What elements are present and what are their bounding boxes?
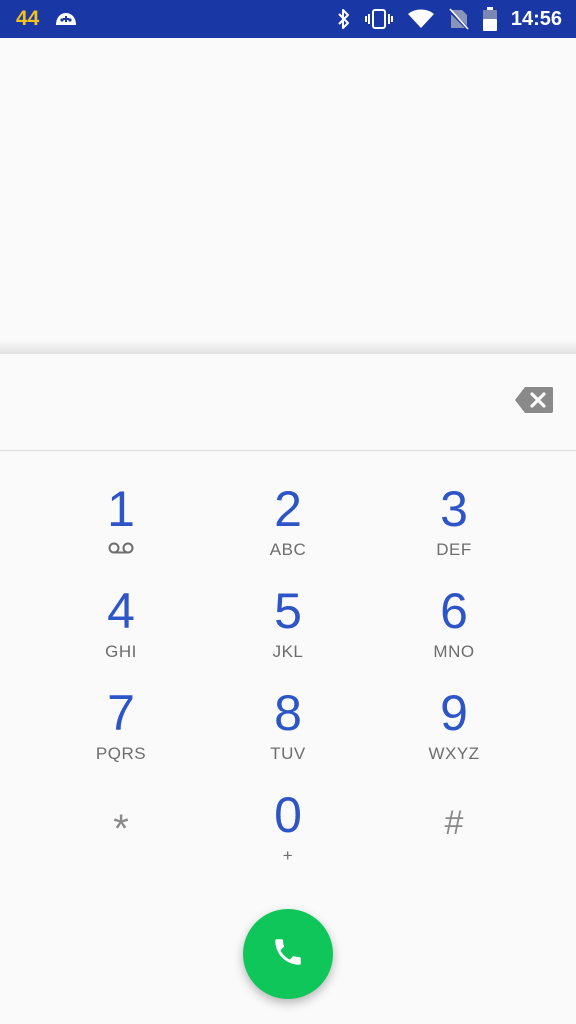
bluetooth-icon	[337, 8, 351, 30]
key-digit: *	[113, 807, 129, 851]
key-digit: 8	[274, 685, 302, 741]
key-digit: 6	[440, 583, 468, 639]
digits-input[interactable]	[24, 374, 488, 432]
key-8[interactable]: 8 TUV	[208, 685, 368, 781]
status-bar: 44 14:56	[0, 0, 576, 38]
key-3[interactable]: 3 DEF	[374, 481, 534, 577]
digits-row	[0, 354, 576, 451]
wifi-icon	[407, 8, 435, 30]
key-digit: 7	[107, 685, 135, 741]
call-log-area	[0, 38, 576, 350]
key-letters: MNO	[433, 642, 475, 661]
key-digit: 2	[274, 481, 302, 537]
vibrate-icon	[364, 8, 393, 30]
game-controller-icon	[53, 10, 79, 28]
key-star[interactable]: *	[41, 787, 201, 883]
key-letters: TUV	[270, 744, 306, 763]
key-hash[interactable]: #	[374, 787, 534, 883]
dialpad-shadow	[0, 340, 576, 354]
key-letters: DEF	[436, 540, 472, 559]
backspace-button[interactable]	[510, 380, 558, 424]
notification-count: 44	[16, 7, 40, 30]
key-digit: 0	[274, 787, 302, 843]
key-letters: GHI	[105, 642, 137, 661]
key-digit: 9	[440, 685, 468, 741]
battery-icon	[482, 7, 497, 31]
key-letters: ABC	[269, 540, 307, 559]
key-0[interactable]: 0 +	[208, 787, 368, 883]
key-4[interactable]: 4 GHI	[41, 583, 201, 679]
key-1[interactable]: 1	[41, 481, 201, 577]
status-bar-right: 14:56	[337, 0, 562, 38]
key-letters: WXYZ	[428, 744, 480, 763]
key-7[interactable]: 7 PQRS	[41, 685, 201, 781]
key-digit: 5	[274, 583, 302, 639]
key-digit: 4	[107, 583, 135, 639]
phone-icon	[271, 935, 305, 974]
key-letters: +	[282, 846, 294, 865]
key-letters: PQRS	[95, 744, 147, 763]
key-9[interactable]: 9 WXYZ	[374, 685, 534, 781]
status-time: 14:56	[510, 7, 562, 30]
key-digit: 1	[107, 481, 135, 537]
call-button[interactable]	[243, 909, 333, 999]
key-digit: 3	[440, 481, 468, 537]
key-2[interactable]: 2 ABC	[208, 481, 368, 577]
key-6[interactable]: 6 MNO	[374, 583, 534, 679]
key-letters: JKL	[272, 642, 304, 661]
voicemail-icon	[108, 539, 134, 561]
backspace-icon	[514, 386, 554, 419]
no-sim-icon	[448, 8, 469, 30]
key-5[interactable]: 5 JKL	[208, 583, 368, 679]
key-digit: #	[444, 804, 464, 842]
status-bar-left: 44	[16, 0, 79, 38]
